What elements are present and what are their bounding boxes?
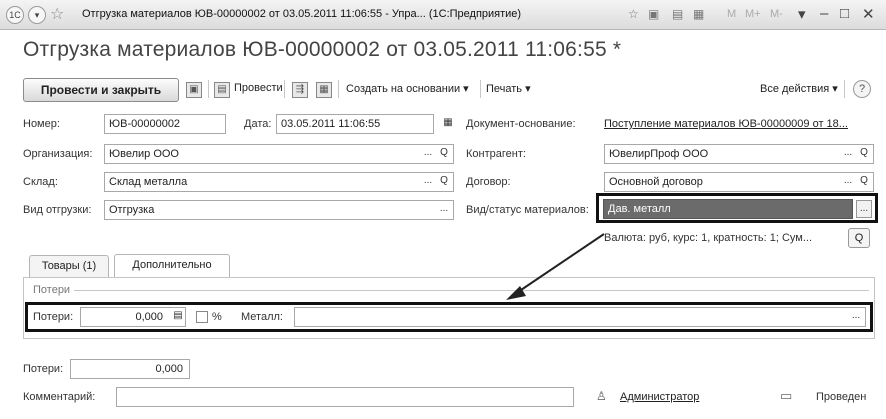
comment-label: Комментарий:: [23, 391, 96, 403]
annotation-arrow: [506, 233, 605, 300]
user-icon: ♙: [596, 389, 607, 403]
status-text: Проведен: [816, 391, 867, 403]
author-link[interactable]: Администратор: [620, 391, 699, 403]
footer-losses-label: Потери:: [23, 363, 64, 375]
posted-status-icon: ▭: [780, 388, 793, 403]
comment-field[interactable]: [116, 387, 574, 407]
footer-losses-field[interactable]: 0,000: [70, 359, 190, 379]
arrow-line: [517, 233, 605, 293]
